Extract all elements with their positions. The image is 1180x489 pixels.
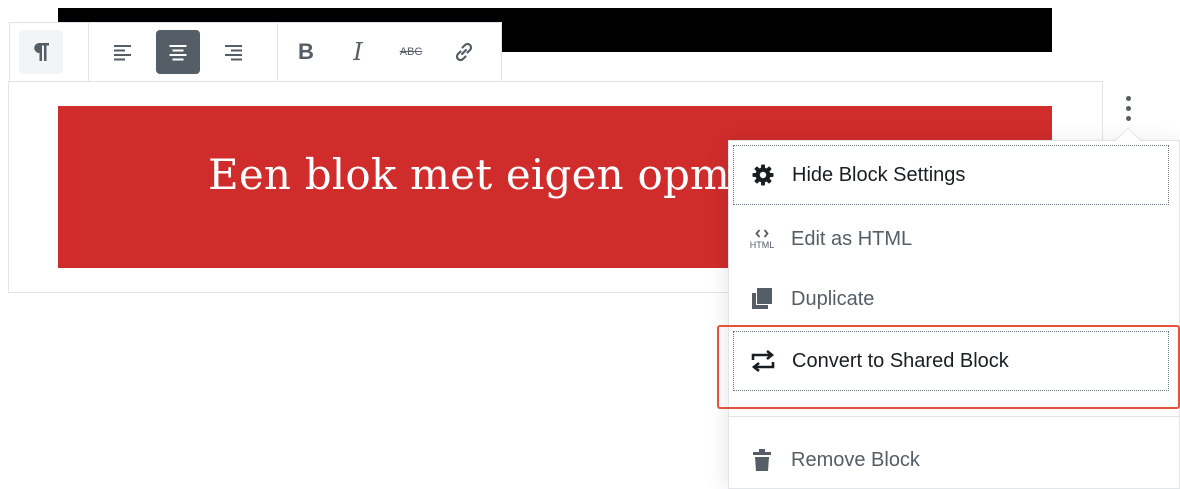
hide-block-settings-item[interactable]: Hide Block Settings	[733, 145, 1169, 205]
banner-text[interactable]: Een blok met eigen opmaak	[208, 150, 806, 199]
highlight-box	[717, 325, 1180, 409]
align-left-button[interactable]	[101, 30, 145, 74]
menu-separator	[729, 416, 1179, 417]
toolbar-group-align	[89, 23, 278, 81]
remove-block-item[interactable]: Remove Block	[733, 430, 1169, 489]
menu-item-label: Edit as HTML	[791, 227, 913, 250]
menu-item-label: Hide Block Settings	[792, 163, 966, 186]
strikethrough-label: ABC	[399, 46, 423, 58]
more-options-button[interactable]	[1115, 86, 1141, 130]
kebab-dot	[1125, 105, 1131, 111]
toolbar-group-type	[10, 23, 89, 81]
kebab-dot	[1125, 95, 1131, 101]
html-icon: HTML	[747, 227, 777, 251]
paragraph-icon	[34, 43, 49, 61]
paragraph-button[interactable]	[19, 30, 63, 74]
duplicate-item[interactable]: Duplicate	[733, 269, 1169, 329]
align-right-icon	[225, 45, 242, 61]
menu-item-label: Duplicate	[791, 287, 875, 310]
menu-item-label: Remove Block	[791, 448, 920, 471]
bold-label: B	[298, 39, 314, 64]
align-center-icon	[169, 45, 187, 61]
link-icon	[455, 42, 473, 62]
gear-icon	[748, 163, 778, 187]
bold-button[interactable]: B	[284, 30, 328, 74]
kebab-dot	[1125, 115, 1131, 121]
edit-as-html-item[interactable]: HTML Edit as HTML	[733, 209, 1169, 269]
duplicate-icon	[747, 287, 777, 311]
trash-icon	[747, 448, 777, 472]
align-left-icon	[114, 45, 131, 61]
link-button[interactable]	[442, 30, 486, 74]
strikethrough-button[interactable]: ABC	[389, 30, 433, 74]
align-center-button[interactable]	[156, 30, 200, 74]
align-right-button[interactable]	[211, 30, 255, 74]
italic-button[interactable]: I	[336, 30, 380, 74]
toolbar-group-format: B I ABC	[278, 23, 502, 81]
italic-label: I	[353, 38, 363, 66]
block-toolbar: B I ABC	[9, 22, 502, 82]
html-icon-text: HTML	[750, 240, 775, 250]
